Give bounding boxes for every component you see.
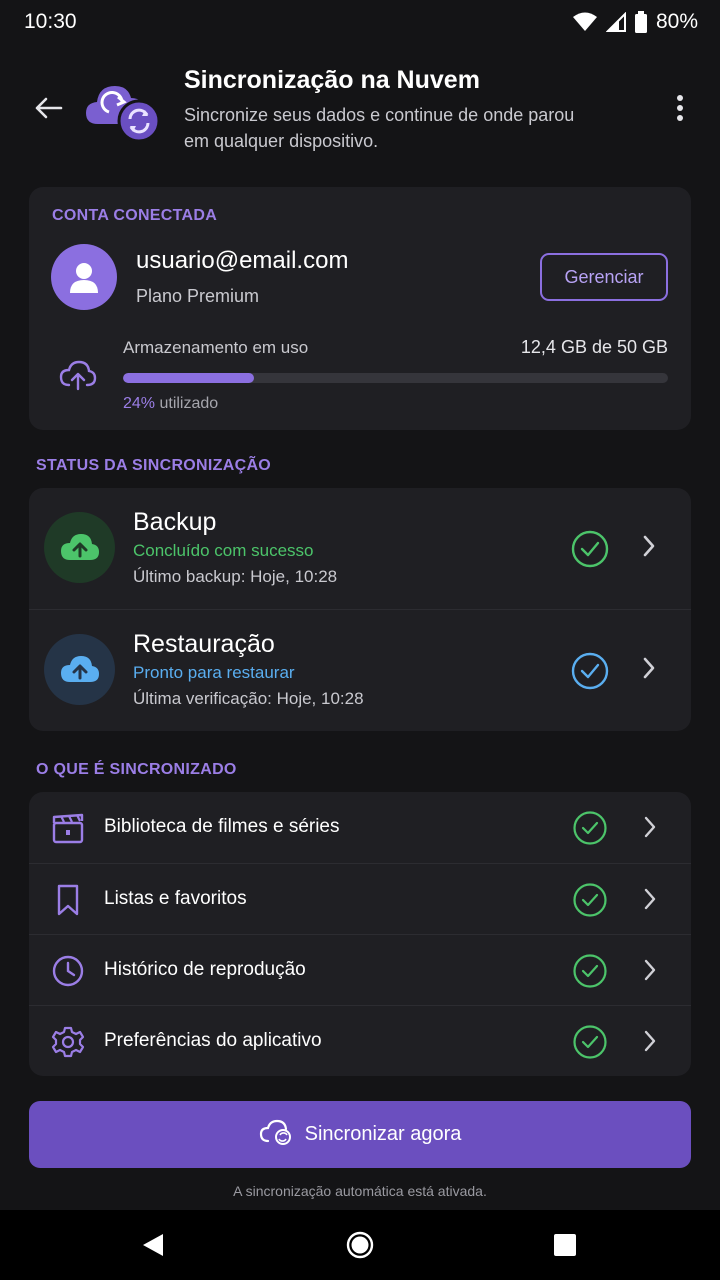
nav-recents-button[interactable] [551,1231,579,1259]
restore-meta: Última verificação: Hoje, 10:28 [133,689,364,708]
section-label-account: CONTA CONECTADA [52,207,218,224]
home-circle-icon [346,1231,374,1259]
storage-value: 12,4 GB de 50 GB [520,337,668,357]
cell-signal-icon [605,12,626,32]
restore-state: Pronto para restaurar [133,663,295,682]
more-options-button[interactable] [664,90,696,126]
usage-text: 24% utilizado [123,395,218,413]
sync-item-preferences[interactable]: Preferências do aplicativo [29,1005,691,1076]
triangle-back-icon [143,1234,163,1256]
account-card: CONTA CONECTADA usuario@email.com Plano … [29,187,691,430]
usage-suffix: utilizado [155,395,219,412]
check-circle-icon [573,954,607,993]
cloud-upload-icon [60,533,99,560]
backup-row[interactable]: Backup Concluído com sucesso Último back… [29,488,691,609]
chevron-right-icon [643,1029,657,1058]
clock-time: 10:30 [24,10,77,33]
storage-progress-bar [123,373,668,383]
restore-status-circle [44,634,115,705]
auto-sync-note: A sincronização automática está ativada. [233,1183,487,1199]
header: Sincronização na Nuvem Sincronize seus d… [0,60,720,170]
avatar [51,244,117,310]
usage-percent: 24% [123,395,156,412]
synced-items-card: Biblioteca de filmes e séries Listas e f… [29,792,691,1076]
system-nav-bar [0,1210,720,1280]
nav-back-button[interactable] [139,1231,167,1259]
restore-title: Restauração [133,630,275,658]
account-plan: Plano Premium [136,286,260,306]
cloud-sync-logo-icon [84,78,164,144]
arrow-left-icon [35,97,63,119]
bookmark-icon [51,883,85,917]
storage-label: Armazenamento em uso [123,338,309,357]
battery-icon [634,11,648,33]
account-email: usuario@email.com [136,247,349,274]
cloud-sync-icon [259,1118,293,1152]
sync-item-label: Preferências do aplicativo [104,1030,322,1051]
chevron-right-icon [643,887,657,916]
check-circle-icon [571,652,609,695]
backup-state: Concluído com sucesso [133,541,314,560]
check-circle-icon [571,530,609,573]
manage-button[interactable]: Gerenciar [540,253,668,301]
back-button[interactable] [30,90,66,126]
check-circle-icon [573,811,607,850]
sync-item-label: Biblioteca de filmes e séries [104,816,340,837]
chevron-right-icon [643,815,657,844]
more-vertical-icon [677,95,683,121]
backup-status-circle [44,512,115,583]
sync-item-lists[interactable]: Listas e favoritos [29,863,691,934]
sync-now-label: Sincronizar agora [304,1123,462,1145]
check-circle-icon [573,1025,607,1064]
wifi-icon [572,12,598,32]
sync-item-library[interactable]: Biblioteca de filmes e séries [29,792,691,863]
sync-item-label: Histórico de reprodução [104,959,306,980]
battery-percent: 80% [655,10,698,33]
clock-icon [51,954,85,988]
sync-item-label: Listas e favoritos [104,888,247,909]
storage-progress-fill [123,373,254,383]
check-circle-icon [573,883,607,922]
gear-icon [51,1025,85,1059]
chevron-right-icon [641,655,657,686]
page-subtitle: Sincronize seus dados e continue de onde… [184,105,575,151]
backup-title: Backup [133,508,217,536]
page-title: Sincronização na Nuvem [184,66,480,94]
nav-home-button[interactable] [346,1231,374,1259]
sync-item-history[interactable]: Histórico de reprodução [29,934,691,1005]
chevron-right-icon [643,958,657,987]
user-icon [70,263,98,293]
sync-now-button[interactable]: Sincronizar agora [29,1101,691,1168]
clapperboard-icon [51,811,85,845]
square-recents-icon [554,1234,576,1256]
restore-row[interactable]: Restauração Pronto para restaurar Última… [29,609,691,730]
status-bar: 10:30 80% [0,0,720,44]
chevron-right-icon [641,533,657,564]
sync-status-card: Backup Concluído com sucesso Último back… [29,488,691,731]
section-label-synced: O QUE É SINCRONIZADO [36,761,237,778]
backup-meta: Último backup: Hoje, 10:28 [133,567,338,586]
cloud-upload-icon [60,655,99,682]
cloud-upload-icon [59,359,97,396]
section-label-status: STATUS DA SINCRONIZAÇÃO [36,457,272,474]
